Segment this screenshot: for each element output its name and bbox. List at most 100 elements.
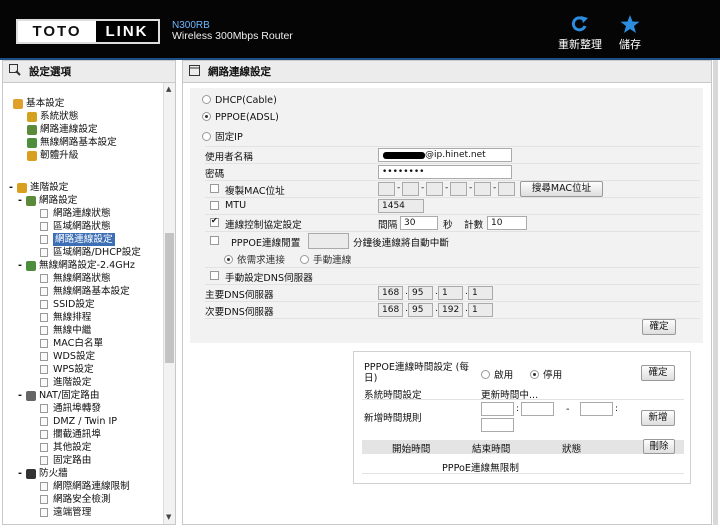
content-header: 網路連線設定 — [183, 61, 711, 83]
search-mac-button[interactable]: 搜尋MAC位址 — [520, 181, 603, 197]
tree-item-ssid[interactable]: SSID設定 — [40, 298, 95, 311]
idle-checkbox[interactable] — [210, 236, 219, 245]
tree-item-port-block[interactable]: 攔截通訊埠 — [40, 428, 101, 441]
dns2-octet-3[interactable]: 192 — [438, 303, 463, 317]
tree-folder-basic[interactable]: 基本設定 — [13, 97, 64, 110]
page-icon — [40, 209, 48, 218]
tree-item-wireless-schedule[interactable]: 無線排程 — [40, 311, 91, 324]
collapse-icon: - — [18, 195, 22, 206]
dns2-octet-4[interactable]: 1 — [468, 303, 493, 317]
start-minute-input[interactable] — [521, 402, 554, 416]
tree-item-wireless-advanced[interactable]: 進階設定 — [40, 376, 91, 389]
add-rule-button[interactable]: 新增 — [641, 410, 675, 426]
sidebar-title: 設定選項 — [29, 66, 71, 78]
bookmark-button[interactable]: 儲存 — [619, 14, 641, 52]
schedule-apply-button[interactable]: 確定 — [641, 365, 675, 381]
tree-folder-advanced[interactable]: - 進階設定 — [7, 181, 68, 194]
mode-static-ip[interactable]: 固定IP — [202, 129, 243, 143]
tree-item-firmware[interactable]: 韌體升級 — [27, 149, 78, 162]
tree-item-internet-limit[interactable]: 網際網路連線限制 — [40, 480, 130, 493]
apply-button[interactable]: 確定 — [642, 319, 676, 335]
tree-item-wireless-basic-2[interactable]: 無線網路基本設定 — [40, 285, 130, 298]
schedule-enable-radio[interactable]: 啟用 — [481, 367, 513, 381]
dns2-octet-1[interactable]: 168 — [378, 303, 403, 317]
tree-item-wan-status[interactable]: 網路連線狀態 — [40, 207, 111, 220]
tree-item-port-forward[interactable]: 通訊埠轉發 — [40, 402, 101, 415]
refresh-button[interactable]: 重新整理 — [558, 14, 602, 52]
password-input[interactable]: •••••••• — [378, 165, 512, 179]
mtu-checkbox[interactable] — [210, 201, 219, 210]
dns2-octet-2[interactable]: 95 — [408, 303, 433, 317]
scrollbar-thumb[interactable] — [165, 233, 174, 363]
scroll-down-icon[interactable]: ▼ — [166, 513, 171, 521]
interval-input[interactable]: 30 — [400, 216, 438, 230]
delete-button[interactable]: 刪除 — [643, 439, 675, 454]
mac-octet-1[interactable] — [378, 182, 395, 196]
dns1-octet-4[interactable]: 1 — [468, 286, 493, 300]
idle-suffix: 分鐘後連線將自動中斷 — [353, 238, 449, 249]
mac-octet-5[interactable] — [474, 182, 491, 196]
tree-item-remote-mgmt[interactable]: 遠端管理 — [40, 506, 91, 519]
end-hour-input[interactable] — [580, 402, 613, 416]
tree-item-mac-whitelist[interactable]: MAC白名單 — [40, 337, 103, 350]
mac-octet-3[interactable] — [426, 182, 443, 196]
dns1-label: 主要DNS伺服器 — [205, 290, 274, 301]
mode-dhcp[interactable]: DHCP(Cable) — [202, 95, 277, 106]
tree-item-other[interactable]: 其他設定 — [40, 441, 91, 454]
manual-dns-checkbox[interactable] — [210, 271, 219, 280]
clone-mac-checkbox[interactable] — [210, 184, 219, 193]
tree-item-dmz[interactable]: DMZ / Twin IP — [40, 415, 117, 428]
content-scrollbar[interactable] — [713, 60, 718, 525]
chart-icon — [27, 111, 37, 122]
count-input[interactable]: 10 — [487, 216, 527, 230]
manual-connect-radio[interactable]: 手動連線 — [300, 252, 351, 266]
tree-folder-firewall[interactable]: - 防火牆 — [16, 467, 68, 480]
row-idle: PPPOE連線閒置 分鐘後連線將自動中斷 — [205, 231, 700, 250]
col-status: 狀態 — [562, 444, 582, 455]
mode-pppoe[interactable]: PPPOE(ADSL) — [202, 112, 279, 123]
dns1-octet-2[interactable]: 95 — [408, 286, 433, 300]
mac-octet-2[interactable] — [402, 182, 419, 196]
wireless-icon — [26, 260, 36, 271]
tree-item-lan-dhcp[interactable]: 區域網路/DHCP設定 — [40, 246, 141, 259]
tree-item-wireless-basic[interactable]: 無線網路基本設定 — [27, 136, 117, 149]
tree-folder-network[interactable]: - 網路設定 — [16, 194, 77, 207]
interval-unit: 秒 — [443, 220, 453, 231]
lock-icon — [26, 468, 36, 479]
tree-item-wps[interactable]: WPS設定 — [40, 363, 94, 376]
tree-item-wan-setup-selected[interactable]: 網路連線設定 — [40, 233, 115, 246]
end-minute-input[interactable] — [481, 418, 514, 432]
mac-octet-6[interactable] — [498, 182, 515, 196]
dns1-octet-1[interactable]: 168 — [378, 286, 403, 300]
idle-label: PPPOE連線閒置 — [231, 238, 301, 249]
tree-item-security-check[interactable]: 網路安全檢測 — [40, 493, 111, 506]
tree-item-static-route[interactable]: 固定路由 — [40, 454, 91, 467]
dns1-octet-3[interactable]: 1 — [438, 286, 463, 300]
tree-item-wireless-status[interactable]: 無線網路狀態 — [40, 272, 111, 285]
tree-folder-nat[interactable]: - NAT/固定路由 — [16, 389, 99, 402]
model-subtitle: Wireless 300Mbps Router — [172, 30, 293, 42]
tree-item-wds[interactable]: WDS設定 — [40, 350, 95, 363]
keepalive-checkbox[interactable] — [210, 216, 219, 227]
start-hour-input[interactable] — [481, 402, 514, 416]
scroll-up-icon[interactable]: ▲ — [166, 85, 171, 93]
radio-icon — [202, 95, 211, 104]
mac-octet-4[interactable] — [450, 182, 467, 196]
tree-item-repeater[interactable]: 無線中繼 — [40, 324, 91, 337]
redacted-block — [383, 152, 425, 159]
tree-item-network-setup[interactable]: 網路連線設定 — [27, 123, 98, 136]
on-demand-radio[interactable]: 依需求連接 — [224, 252, 285, 266]
radio-selected-icon — [224, 255, 233, 264]
row-keepalive: 連線控制協定設定 間隔 30 秒 計數 10 — [205, 214, 700, 231]
tree-folder-wireless[interactable]: - 無線網路設定-2.4GHz — [16, 259, 135, 272]
schedule-disable-radio[interactable]: 停用 — [530, 367, 562, 381]
username-input[interactable]: @ip.hinet.net — [378, 148, 512, 162]
sidebar-scrollbar[interactable]: ▲ ▼ — [163, 83, 175, 524]
idle-minutes-input[interactable] — [308, 233, 349, 249]
mtu-input[interactable]: 1454 — [378, 199, 424, 213]
tree-item-lan-status[interactable]: 區域網路狀態 — [40, 220, 111, 233]
page-icon — [40, 508, 48, 517]
radio-icon — [202, 132, 211, 141]
tree-item-system-status[interactable]: 系統狀態 — [27, 110, 78, 123]
page-icon — [40, 339, 48, 348]
